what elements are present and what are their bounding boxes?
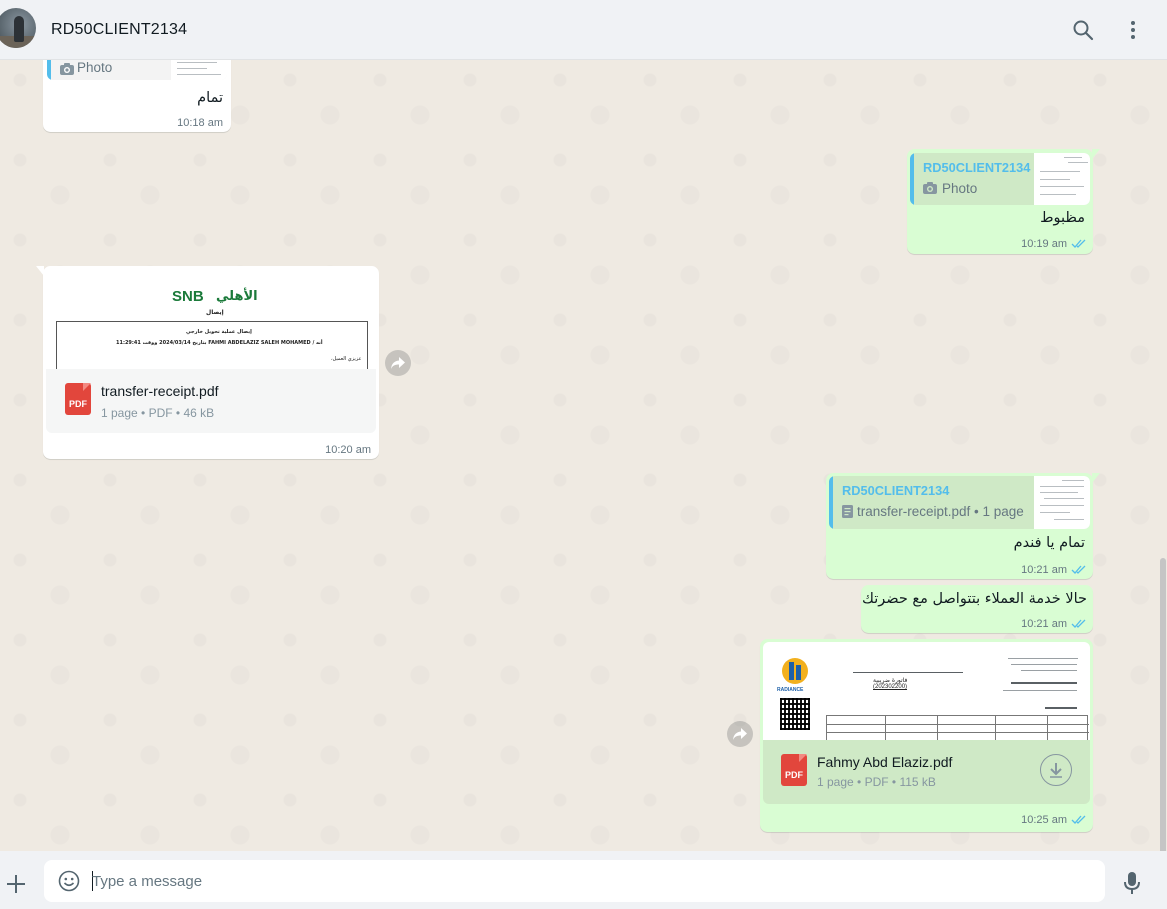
message-time: 10:25 am: [1021, 814, 1067, 826]
quoted-message[interactable]: RD50CLIENT2134 Photo: [910, 153, 1090, 205]
receipt-heading: إيصال: [206, 309, 224, 316]
document-attachment[interactable]: PDF transfer-receipt.pdf 1 page • PDF • …: [46, 369, 376, 433]
message-outgoing-2[interactable]: RD50CLIENT2134 Photo مظبوط 10:19 am: [907, 149, 1100, 254]
forward-icon: [391, 357, 405, 369]
quote-text: Photo: [942, 181, 978, 196]
company-logo-text: RADIANCE: [777, 687, 804, 693]
microphone-icon[interactable]: [1123, 871, 1141, 895]
pdf-file-icon: PDF: [781, 754, 807, 786]
forward-button[interactable]: [727, 721, 753, 747]
composer-bar: [0, 851, 1167, 909]
message-time: 10:21 am: [1021, 618, 1067, 630]
message-text: تمام: [197, 90, 223, 106]
message-time: 10:21 am: [1021, 564, 1067, 576]
quote-text: transfer-receipt.pdf • 1 page: [857, 504, 1024, 519]
message-time: 10:18 am: [177, 117, 223, 129]
read-ticks-icon: [1071, 565, 1086, 574]
message-time: 10:20 am: [325, 444, 371, 456]
file-name: transfer-receipt.pdf: [101, 383, 219, 399]
quote-text: Photo: [77, 60, 113, 75]
chat-header: RD50CLIENT2134: [0, 0, 1167, 60]
download-button[interactable]: [1040, 754, 1072, 786]
quote-thumbnail: [171, 60, 227, 80]
message-text: تمام يا فندم: [1013, 535, 1085, 551]
read-ticks-icon: [1071, 239, 1086, 248]
document-preview[interactable]: RADIANCE فاتورة ضريبية (202302200): [763, 642, 1090, 740]
avatar-figure: [14, 16, 24, 42]
attach-plus-icon[interactable]: [6, 874, 26, 894]
scrollbar-thumb[interactable]: [1160, 558, 1166, 851]
preview-rule: [853, 672, 963, 673]
message-list[interactable]: Photo تمام 10:18 am RD50CLIENT2134 Photo…: [0, 60, 1167, 851]
bank-logo-ar: الأهلي: [216, 289, 258, 304]
preview-line: [1011, 664, 1077, 665]
file-meta: 1 page • PDF • 115 kB: [817, 775, 936, 789]
invoice-number: (202302200): [873, 684, 908, 690]
message-text: حالا خدمة العملاء بتتواصل مع حضرتك: [862, 591, 1087, 607]
preview-line: [1003, 690, 1077, 691]
preview-line: [1011, 682, 1077, 684]
camera-icon: [923, 182, 937, 194]
message-input[interactable]: [92, 860, 1092, 902]
camera-icon: [60, 63, 74, 75]
receipt-line: أنه / FAHMI ABDELAZIZ SALEH MOHAMED بتار…: [116, 340, 323, 346]
read-ticks-icon: [1071, 815, 1086, 824]
receipt-title: إيصال عملية تحويل خارجي: [186, 329, 252, 335]
pdf-file-icon: PDF: [65, 383, 91, 415]
preview-line: [1008, 658, 1078, 659]
message-input-box[interactable]: [44, 860, 1105, 902]
message-outgoing-6[interactable]: RADIANCE فاتورة ضريبية (202302200) PDF F…: [760, 639, 1093, 832]
message-incoming-1[interactable]: Photo تمام 10:18 am: [43, 60, 231, 132]
emoji-icon[interactable]: [58, 870, 80, 892]
quote-author: RD50CLIENT2134: [923, 160, 1031, 175]
document-preview[interactable]: الأهلي SNB إيصال إيصال عملية تحويل خارجي…: [46, 269, 376, 369]
chat-title[interactable]: RD50CLIENT2134: [51, 21, 187, 39]
message-text: مظبوط: [1040, 210, 1085, 226]
download-icon: [1050, 763, 1062, 778]
quoted-message[interactable]: RD50CLIENT2134 transfer-receipt.pdf • 1 …: [829, 476, 1090, 529]
file-meta: 1 page • PDF • 46 kB: [101, 406, 215, 420]
invoice-table: [826, 715, 1089, 740]
read-ticks-icon: [1071, 619, 1086, 628]
message-outgoing-5[interactable]: حالا خدمة العملاء بتتواصل مع حضرتك 10:21…: [861, 585, 1093, 633]
quote-accent-bar: [47, 60, 51, 80]
file-name: Fahmy Abd Elaziz.pdf: [817, 754, 953, 770]
receipt-salutation: عزيزي العميل،: [331, 356, 362, 362]
forward-button[interactable]: [385, 350, 411, 376]
quote-accent-bar: [829, 476, 833, 529]
invoice-title: فاتورة ضريبية: [873, 677, 908, 684]
company-logo-icon: [780, 656, 810, 686]
qr-code: [780, 698, 810, 730]
quote-accent-bar: [910, 153, 914, 205]
search-icon[interactable]: [1071, 18, 1095, 42]
preview-line: [1045, 707, 1077, 709]
contact-avatar[interactable]: [0, 8, 36, 48]
message-outgoing-4[interactable]: RD50CLIENT2134 transfer-receipt.pdf • 1 …: [826, 473, 1100, 579]
document-attachment[interactable]: PDF Fahmy Abd Elaziz.pdf 1 page • PDF • …: [763, 740, 1090, 804]
message-time: 10:19 am: [1021, 238, 1067, 250]
message-incoming-3[interactable]: الأهلي SNB إيصال إيصال عملية تحويل خارجي…: [36, 266, 379, 459]
quote-thumbnail: [1034, 153, 1090, 205]
bank-logo-en: SNB: [172, 288, 204, 305]
quote-author: RD50CLIENT2134: [842, 483, 950, 498]
quote-thumbnail: [1034, 476, 1090, 529]
document-icon: [842, 505, 853, 518]
preview-line: [1021, 670, 1077, 671]
forward-icon: [733, 728, 747, 740]
quoted-message[interactable]: Photo: [47, 60, 227, 80]
menu-dots-icon[interactable]: [1121, 18, 1145, 42]
